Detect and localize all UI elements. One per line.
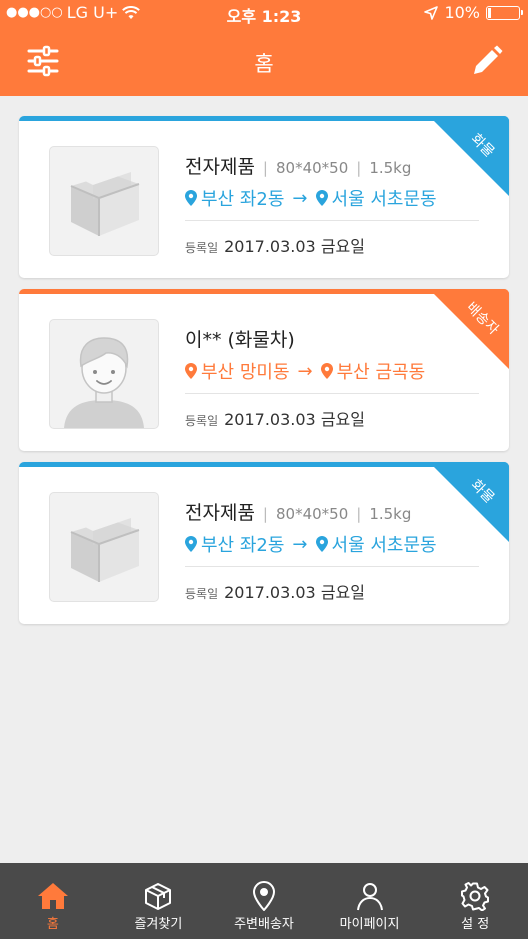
route: 부산 망미동 → 부산 금곡동 — [185, 358, 479, 384]
cargo-thumbnail — [49, 492, 159, 602]
item-size: 80*40*50 — [275, 159, 349, 177]
route-from: 부산 망미동 — [201, 362, 290, 383]
location-pin-icon — [320, 363, 333, 379]
battery-icon — [486, 5, 523, 20]
route-from: 부산 좌2동 — [201, 189, 285, 210]
status-bar: ●●●○○ LG U+ 오후 1:23 10% — [0, 0, 528, 26]
pencil-icon — [474, 45, 503, 74]
item-name: 전자제품 — [185, 156, 255, 178]
location-pin-icon — [185, 190, 197, 206]
divider — [185, 393, 479, 394]
location-pin-icon — [315, 190, 328, 206]
box-icon — [145, 883, 172, 910]
cargo-thumbnail — [49, 146, 159, 256]
post-list: 화물 전자제품 | 80*40*50 | 1.5kg 부산 좌2동 → 서울 서초문동 — [19, 116, 509, 635]
avatar-person-icon — [64, 337, 144, 428]
driver-name: 이** (화물차) — [185, 329, 295, 351]
tab-label: 마이페이지 — [339, 917, 400, 932]
driver-card[interactable]: 배송자 이** (화물차) 부산 망미동 → 부산 금곡동 등록일 2017.0… — [19, 289, 509, 451]
route-to: 서울 서초문동 — [331, 535, 437, 556]
person-icon — [356, 883, 383, 911]
bottom-tab-bar: 홈 즐겨찾기 주변배송자 마이페이지 설 정 — [0, 863, 528, 939]
registration-date: 등록일 2017.03.03 금요일 — [185, 406, 479, 430]
card-info: 전자제품 | 80*40*50 | 1.5kg 부산 좌2동 → 서울 서초문동 등록일… — [185, 498, 479, 603]
card-info: 이** (화물차) 부산 망미동 → 부산 금곡동 등록일 2017.03.03 … — [185, 325, 479, 430]
location-pin-icon — [185, 363, 197, 379]
route-from: 부산 좌2동 — [201, 535, 285, 556]
app-header: 홈 — [0, 26, 528, 96]
package-box-icon — [70, 169, 140, 236]
tab-label: 설 정 — [461, 917, 490, 932]
package-box-icon — [70, 515, 140, 582]
item-name: 전자제품 — [185, 502, 255, 524]
route-to: 부산 금곡동 — [336, 362, 426, 383]
tab-settings[interactable]: 설 정 — [422, 863, 528, 939]
card-title-line: 전자제품 | 80*40*50 | 1.5kg — [185, 502, 412, 524]
battery-percent: 10% — [444, 3, 480, 22]
home-icon — [37, 883, 68, 909]
route-arrow: → — [292, 533, 308, 555]
reg-label: 등록일 — [185, 587, 219, 601]
gear-icon — [461, 882, 490, 911]
cargo-card[interactable]: 화물 전자제품 | 80*40*50 | 1.5kg 부산 좌2동 → 서울 서초문동 — [19, 462, 509, 624]
reg-label: 등록일 — [185, 241, 219, 255]
location-pin-icon — [315, 536, 328, 552]
card-info: 전자제품 | 80*40*50 | 1.5kg 부산 좌2동 → 서울 서초문동 등록일… — [185, 152, 479, 257]
route: 부산 좌2동 → 서울 서초문동 — [185, 531, 479, 557]
card-title-line: 전자제품 | 80*40*50 | 1.5kg — [185, 156, 412, 178]
route: 부산 좌2동 → 서울 서초문동 — [185, 185, 479, 211]
registration-date: 등록일 2017.03.03 금요일 — [185, 233, 479, 257]
item-size: 80*40*50 — [275, 505, 349, 523]
page-title: 홈 — [254, 52, 274, 76]
location-pin-icon — [185, 536, 197, 552]
reg-date: 2017.03.03 금요일 — [224, 410, 365, 429]
item-weight: 1.5kg — [369, 159, 412, 177]
registration-date: 등록일 2017.03.03 금요일 — [185, 579, 479, 603]
location-pin-icon — [252, 881, 275, 911]
item-weight: 1.5kg — [369, 505, 412, 523]
divider — [185, 220, 479, 221]
card-title-line: 이** (화물차) — [185, 325, 479, 352]
tab-label: 즐겨찾기 — [134, 917, 183, 932]
reg-date: 2017.03.03 금요일 — [224, 583, 365, 602]
route-arrow: → — [297, 360, 313, 382]
reg-label: 등록일 — [185, 414, 219, 428]
route-arrow: → — [292, 187, 308, 209]
location-arrow-icon — [424, 5, 439, 20]
route-to: 서울 서초문동 — [331, 189, 437, 210]
divider — [185, 566, 479, 567]
tab-mypage[interactable]: 마이페이지 — [317, 863, 423, 939]
reg-date: 2017.03.03 금요일 — [224, 237, 365, 256]
cargo-card[interactable]: 화물 전자제품 | 80*40*50 | 1.5kg 부산 좌2동 → 서울 서초문동 — [19, 116, 509, 278]
driver-avatar — [49, 319, 159, 429]
tab-label: 주변배송자 — [234, 917, 294, 932]
tab-nearby-drivers[interactable]: 주변배송자 — [211, 863, 317, 939]
tab-label: 홈 — [46, 917, 59, 932]
tab-home[interactable]: 홈 — [0, 863, 106, 939]
edit-button[interactable] — [470, 44, 504, 78]
tab-favorites[interactable]: 즐겨찾기 — [106, 863, 212, 939]
